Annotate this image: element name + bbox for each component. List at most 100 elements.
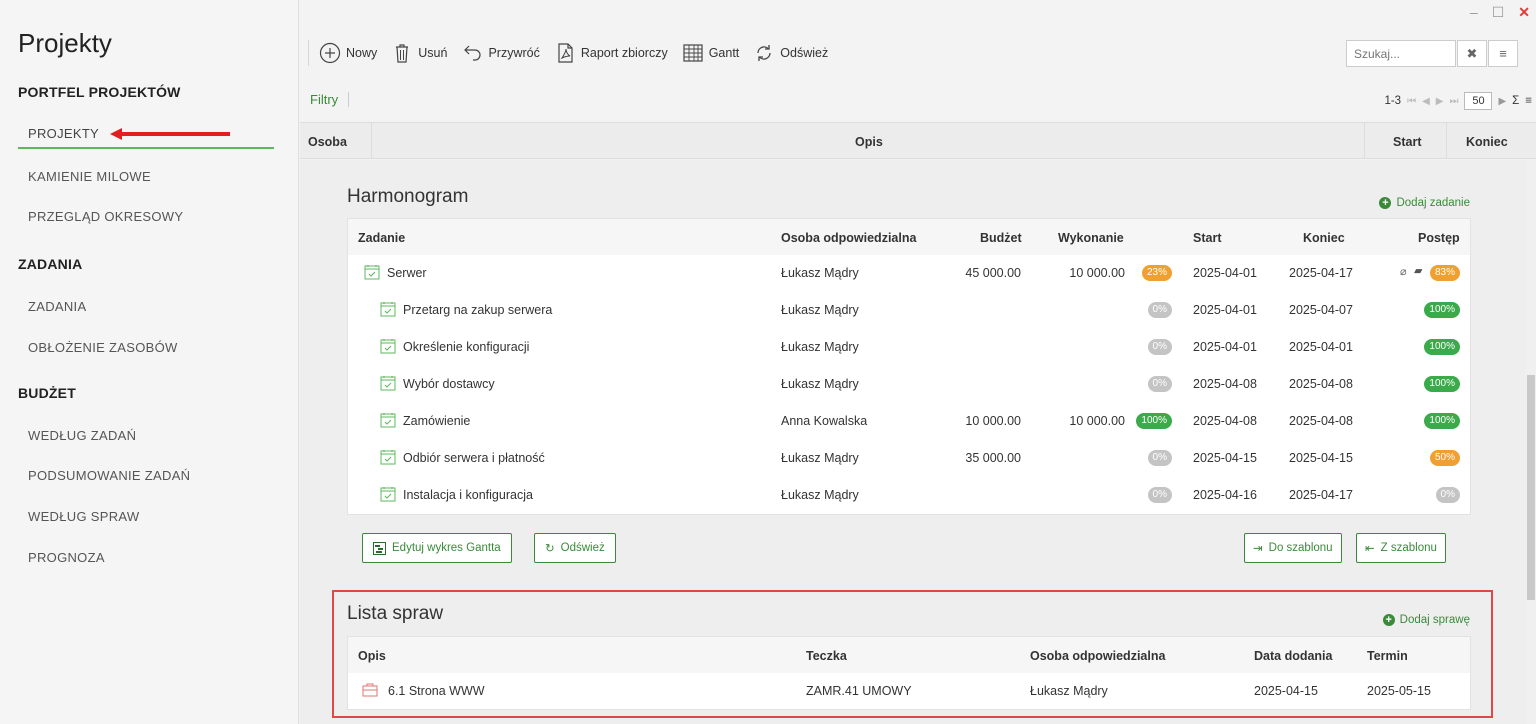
minimize-button[interactable]: – — [1470, 4, 1478, 21]
calendar-check-icon — [380, 413, 396, 428]
sidebar-item-by-tasks[interactable]: WEDŁUG ZADAŃ — [28, 428, 136, 443]
task-name: Określenie konfiguracji — [403, 340, 530, 354]
edit-gantt-button[interactable]: Edytuj wykres Gantta — [362, 533, 512, 563]
report-label: Raport zbiorczy — [580, 46, 668, 60]
sidebar-item-task-summary[interactable]: PODSUMOWANIE ZADAŃ — [28, 468, 190, 483]
add-task-link[interactable]: + Dodaj zadanie — [1379, 197, 1470, 209]
from-template-button[interactable]: ⇤ Z szablonu — [1356, 533, 1446, 563]
search-menu-button[interactable]: ≡ — [1488, 40, 1518, 67]
search-clear-button[interactable]: ✖ — [1457, 40, 1487, 67]
sidebar-item-resource-load[interactable]: OBŁOŻENIE ZASOBÓW — [28, 340, 178, 355]
export-icon: ⇥ — [1253, 543, 1263, 555]
restore-button[interactable]: Przywróć — [461, 42, 540, 64]
new-label: Nowy — [346, 46, 378, 60]
table-row[interactable]: Instalacja i konfiguracja Łukasz Mądry 0% 2… — [348, 477, 1470, 514]
sidebar-item-tasks[interactable]: ZADANIA — [28, 299, 86, 314]
pager: 1-3 ⏮ ◀ ▶ ⏭ 50 ▶ Σ ≡ — [1384, 92, 1532, 110]
first-page-icon[interactable]: ⏮ — [1407, 96, 1416, 107]
table-row[interactable]: Zamówienie Anna Kowalska 10 000.00 10 000.0… — [348, 403, 1470, 440]
new-button[interactable]: Nowy — [319, 42, 377, 64]
toolbar-separator — [308, 40, 309, 66]
execution-badge: 23% — [1141, 265, 1172, 281]
progress-badge: 100% — [1424, 302, 1460, 318]
col-budget[interactable]: Budżet — [980, 231, 1022, 245]
red-arrow-icon — [110, 128, 230, 140]
table-row[interactable]: Odbiór serwera i płatność Łukasz Mądry 35 … — [348, 440, 1470, 477]
sidebar-item-by-cases[interactable]: WEDŁUG SPRAW — [28, 509, 139, 524]
progress-badge: 50% — [1429, 450, 1460, 466]
task-done: 10 000.00 — [1069, 266, 1125, 280]
execution-badge: 100% — [1136, 413, 1172, 429]
filters-link[interactable]: Filtry — [310, 92, 350, 107]
col-person[interactable]: Osoba odpowiedzialna — [781, 231, 916, 245]
to-template-label: Do szablonu — [1268, 542, 1333, 554]
grid-col-opis[interactable]: Opis — [855, 135, 883, 149]
plus-circle-icon — [319, 42, 341, 64]
task-end: 2025-04-17 — [1289, 488, 1353, 502]
task-name: Instalacja i konfiguracja — [403, 488, 533, 502]
progress-badge: 100% — [1424, 376, 1460, 392]
task-end: 2025-04-17 — [1289, 266, 1353, 280]
progress-badge: 0% — [1435, 487, 1460, 503]
table-row[interactable]: Wybór dostawcy Łukasz Mądry 0% 2025-04-08 20… — [348, 366, 1470, 403]
scrollbar[interactable] — [1526, 160, 1536, 724]
close-button[interactable]: ✕ — [1518, 4, 1530, 21]
search-input[interactable] — [1346, 40, 1456, 67]
task-done: 10 000.00 — [1069, 414, 1125, 428]
sidebar-item-forecast[interactable]: PROGNOZA — [28, 550, 105, 565]
table-row[interactable]: Serwer Łukasz Mądry 45 000.00 10 000.00 23% 2… — [348, 255, 1470, 292]
maximize-button[interactable]: ☐ — [1492, 4, 1505, 21]
prev-page-icon[interactable]: ◀ — [1422, 96, 1430, 107]
grid-col-koniec[interactable]: Koniec — [1466, 135, 1508, 149]
last-page-icon[interactable]: ⏭ — [1449, 96, 1458, 107]
task-person: Łukasz Mądry — [781, 340, 859, 354]
grid-icon — [683, 44, 703, 62]
table-row[interactable]: Określenie konfiguracji Łukasz Mądry 0% 202… — [348, 329, 1470, 366]
task-start: 2025-04-01 — [1193, 340, 1257, 354]
task-start: 2025-04-08 — [1193, 377, 1257, 391]
gantt-button[interactable]: Gantt — [682, 42, 739, 64]
scrollbar-thumb[interactable] — [1527, 375, 1535, 600]
progress-badge: 100% — [1424, 413, 1460, 429]
col-start[interactable]: Start — [1193, 231, 1221, 245]
delete-label: Usuń — [418, 46, 448, 60]
execution-badge: 0% — [1147, 376, 1172, 392]
refresh-schedule-label: Odśwież — [560, 542, 605, 554]
task-start: 2025-04-08 — [1193, 414, 1257, 428]
refresh-icon — [757, 45, 771, 61]
toolbar: Nowy Usuń Przywróć Raport zbiorczy Gantt… — [308, 40, 842, 66]
execution-badge: 0% — [1147, 339, 1172, 355]
edit-gantt-label: Edytuj wykres Gantta — [392, 542, 501, 554]
task-budget: 10 000.00 — [965, 414, 1021, 428]
sidebar-item-periodic-review[interactable]: PRZEGLĄD OKRESOWY — [28, 209, 183, 224]
col-end[interactable]: Koniec — [1303, 231, 1345, 245]
task-name: Odbiór serwera i płatność — [403, 451, 545, 465]
sum-icon[interactable]: Σ — [1512, 95, 1519, 107]
refresh-button[interactable]: Odśwież — [753, 42, 828, 64]
refresh-schedule-button[interactable]: ↻ Odśwież — [534, 533, 616, 563]
col-progress[interactable]: Postęp — [1418, 231, 1460, 245]
page-size-input[interactable]: 50 — [1464, 92, 1493, 110]
grid-col-osoba[interactable]: Osoba — [308, 135, 347, 149]
report-button[interactable]: Raport zbiorczy — [554, 42, 668, 64]
to-template-button[interactable]: ⇥ Do szablonu — [1244, 533, 1342, 563]
play-icon[interactable]: ▶ — [1498, 96, 1506, 107]
trash-icon — [396, 44, 409, 63]
plus-icon: + — [1379, 197, 1392, 209]
delete-button[interactable]: Usuń — [391, 42, 447, 64]
calendar-check-icon — [380, 376, 396, 391]
progress-badge: 83% — [1429, 265, 1460, 281]
pdf-icon — [558, 43, 573, 63]
columns-menu-icon[interactable]: ≡ — [1525, 95, 1532, 107]
section-tasks: ZADANIA — [18, 256, 83, 272]
next-page-icon[interactable]: ▶ — [1436, 96, 1444, 107]
sidebar-item-milestones[interactable]: KAMIENIE MILOWE — [28, 169, 151, 184]
col-task[interactable]: Zadanie — [358, 231, 405, 245]
grid-col-start[interactable]: Start — [1393, 135, 1421, 149]
section-portfolio: PORTFEL PROJEKTÓW — [18, 84, 181, 100]
table-row[interactable]: Przetarg na zakup serwera Łukasz Mądry 0% 2… — [348, 292, 1470, 329]
attachment-icon[interactable]: ⌀ — [1400, 265, 1407, 278]
highlight-box — [332, 590, 1493, 718]
comment-icon[interactable]: ▰ — [1414, 264, 1422, 277]
col-execution[interactable]: Wykonanie — [1058, 231, 1124, 245]
